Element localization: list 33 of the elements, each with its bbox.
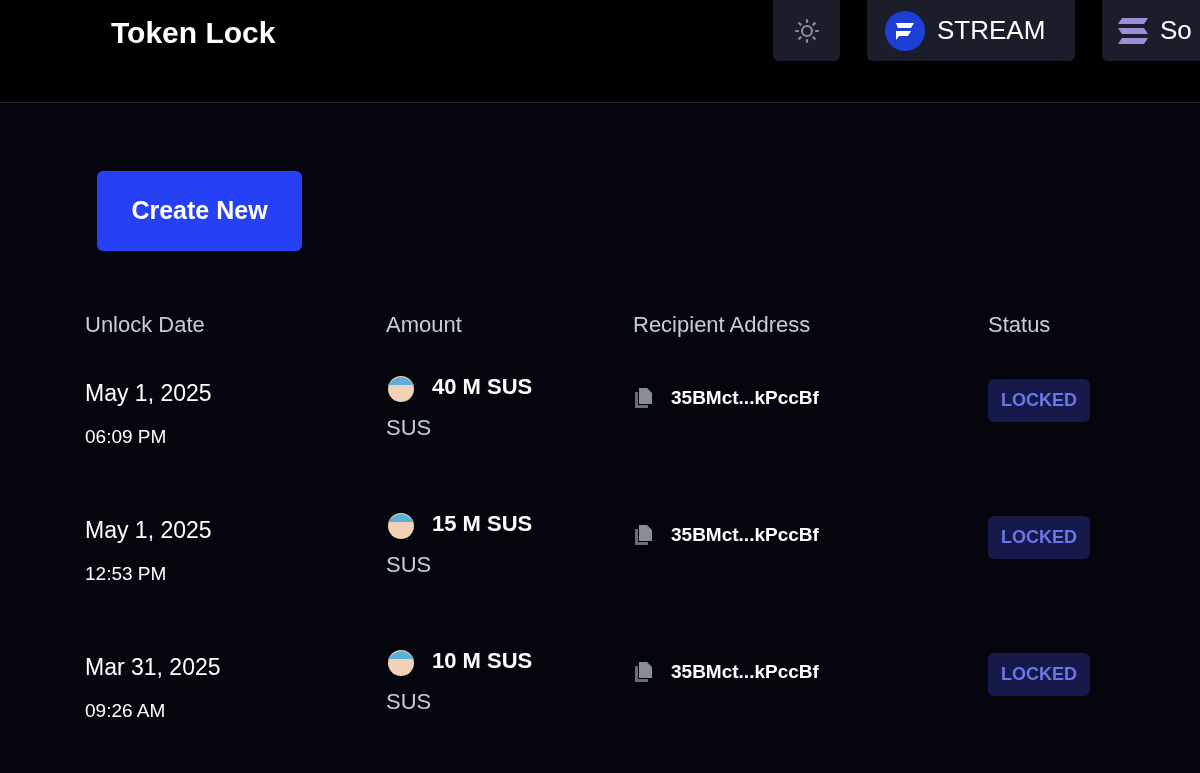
network-button[interactable]: STREAM <box>867 0 1075 61</box>
status-badge: LOCKED <box>988 379 1090 422</box>
unlock-date: May 1, 2025 <box>85 379 213 408</box>
column-header: Status <box>988 311 1052 339</box>
token-symbol: SUS <box>386 414 433 442</box>
recipient-address[interactable]: 35BMct...kPccBf <box>671 521 819 550</box>
copy-icon[interactable] <box>633 524 653 547</box>
solana-logo-icon <box>1116 15 1150 46</box>
sun-icon <box>793 17 820 44</box>
token-amount: 40 M SUS <box>432 373 533 401</box>
unlock-time: 09:26 AM <box>85 698 167 723</box>
recipient-address[interactable]: 35BMct...kPccBf <box>671 658 819 687</box>
page-title: Token Lock <box>111 15 277 51</box>
column-header: Amount <box>386 311 463 339</box>
unlock-time: 06:09 PM <box>85 424 168 449</box>
column-header: Unlock Date <box>85 311 206 339</box>
create-new-button[interactable]: Create New <box>97 171 302 251</box>
token-symbol: SUS <box>386 688 433 716</box>
status-badge: LOCKED <box>988 653 1090 696</box>
status-badge: LOCKED <box>988 516 1090 559</box>
token-amount: 15 M SUS <box>432 510 533 538</box>
unlock-date: May 1, 2025 <box>85 516 213 545</box>
network-button[interactable]: So <box>1102 0 1200 61</box>
token-symbol: SUS <box>386 551 433 579</box>
token-amount: 10 M SUS <box>432 647 533 675</box>
unlock-time: 12:53 PM <box>85 561 168 586</box>
column-header: Recipient Address <box>633 311 812 339</box>
stream-logo-icon <box>885 10 925 51</box>
recipient-address[interactable]: 35BMct...kPccBf <box>671 384 819 413</box>
theme-toggle-button[interactable] <box>773 0 840 61</box>
copy-icon[interactable] <box>633 661 653 684</box>
unlock-date: Mar 31, 2025 <box>85 653 222 682</box>
copy-icon[interactable] <box>633 387 653 410</box>
